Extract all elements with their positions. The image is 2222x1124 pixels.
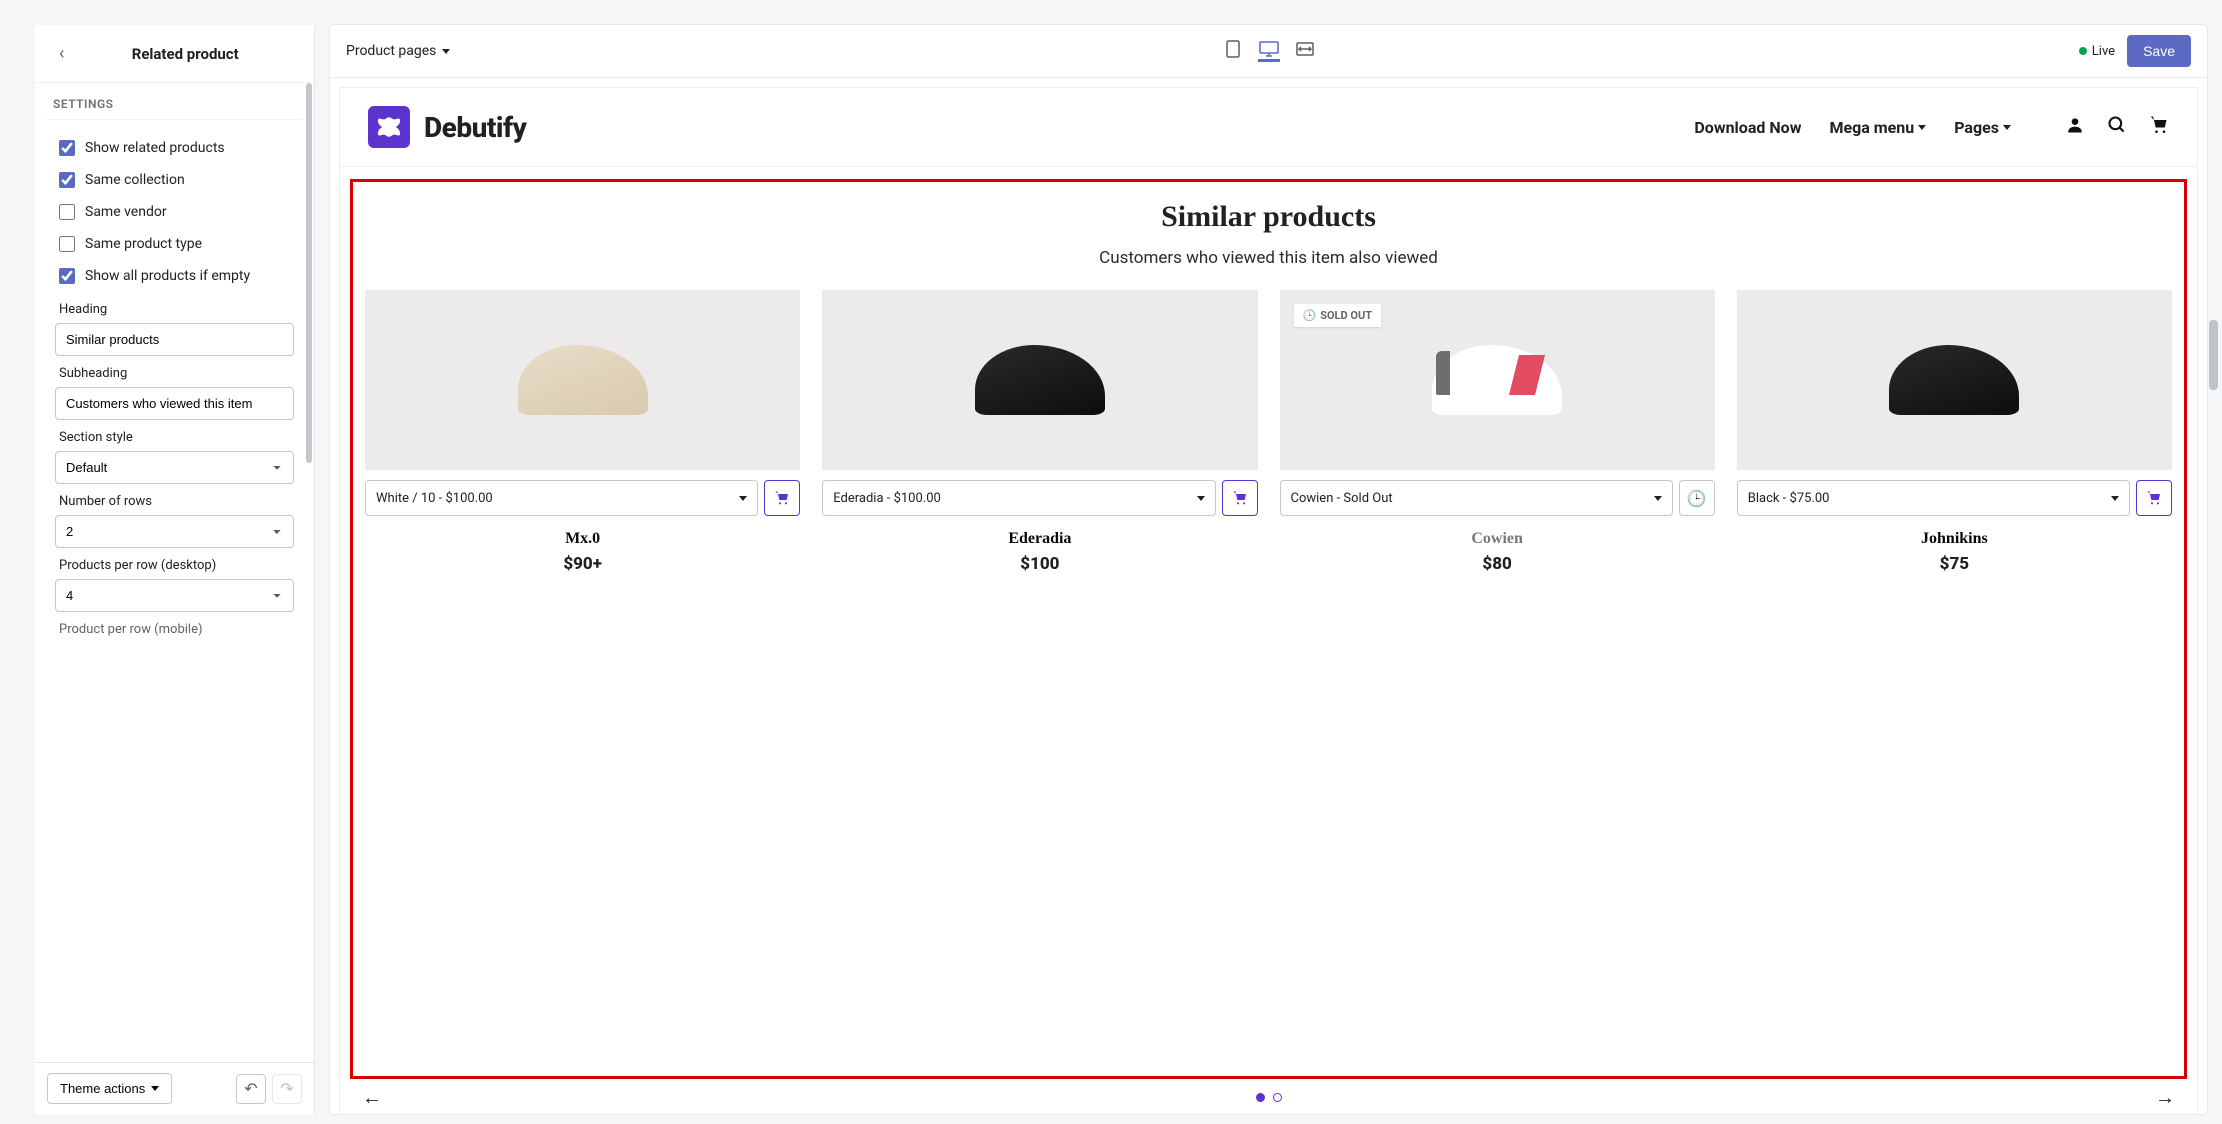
related-products-section: Similar products Customers who viewed th…: [350, 179, 2187, 1079]
checkbox-same-vendor[interactable]: Same vendor: [55, 196, 294, 228]
main-panel: Product pages Live Save Debutify: [330, 25, 2207, 1114]
chevron-down-icon: [442, 49, 450, 54]
search-icon[interactable]: [2107, 115, 2127, 140]
product-image[interactable]: [365, 290, 800, 470]
heading-input[interactable]: [55, 323, 294, 356]
carousel-next-button[interactable]: →: [2155, 1085, 2175, 1110]
rows-label: Number of rows: [55, 484, 294, 515]
carousel-dot[interactable]: [1273, 1093, 1282, 1102]
window-scrollbar[interactable]: [2209, 320, 2218, 390]
shoe-graphic: [1432, 345, 1562, 415]
checkbox-show-related[interactable]: Show related products: [55, 132, 294, 164]
device-desktop-button[interactable]: [1258, 40, 1280, 62]
checkbox-same-collection[interactable]: Same collection: [55, 164, 294, 196]
back-button[interactable]: ‹: [51, 39, 72, 68]
checkbox-show-all-if-empty[interactable]: Show all products if empty: [55, 260, 294, 292]
chevron-down-icon: [1918, 125, 1926, 130]
shoe-graphic: [1889, 345, 2019, 415]
product-price: $90+: [365, 554, 800, 574]
carousel-prev-button[interactable]: ←: [362, 1085, 382, 1110]
undo-button[interactable]: ↶: [236, 1074, 266, 1104]
product-image[interactable]: [822, 290, 1257, 470]
nav-mega-menu[interactable]: Mega menu: [1829, 118, 1926, 137]
nav-pages[interactable]: Pages: [1954, 118, 2011, 137]
chevron-down-icon: [1654, 496, 1662, 501]
brand-logo[interactable]: [368, 106, 410, 148]
product-name: Cowien: [1280, 530, 1715, 548]
product-image[interactable]: 🕒 SOLD OUT: [1280, 290, 1715, 470]
product-card: 🕒 SOLD OUT Cowien - Sold Out 🕒 Cowien $8…: [1280, 290, 1715, 574]
per-row-mobile-label: Product per row (mobile): [55, 612, 294, 643]
variant-select[interactable]: White / 10 - $100.00: [365, 480, 758, 516]
product-name: Mx.0: [365, 530, 800, 548]
variant-select[interactable]: Ederadia - $100.00: [822, 480, 1215, 516]
product-name: Johnikins: [1737, 530, 2172, 548]
per-row-desktop-select[interactable]: 4: [55, 579, 294, 612]
product-card: Ederadia - $100.00 Ederadia $100: [822, 290, 1257, 574]
subheading-label: Subheading: [55, 356, 294, 387]
product-name: Ederadia: [822, 530, 1257, 548]
product-price: $80: [1280, 554, 1715, 574]
product-card: White / 10 - $100.00 Mx.0 $90+: [365, 290, 800, 574]
section-style-select[interactable]: Default: [55, 451, 294, 484]
add-to-cart-button[interactable]: [2136, 480, 2172, 516]
redo-button[interactable]: ↷: [272, 1074, 302, 1104]
product-image[interactable]: [1737, 290, 2172, 470]
shoe-graphic: [975, 345, 1105, 415]
add-to-cart-button[interactable]: [764, 480, 800, 516]
carousel-dot[interactable]: [1256, 1093, 1265, 1102]
product-card: Black - $75.00 Johnikins $75: [1737, 290, 2172, 574]
subheading-input[interactable]: [55, 387, 294, 420]
chevron-down-icon: [739, 496, 747, 501]
settings-label: SETTINGS: [35, 83, 314, 119]
checkbox-same-product-type[interactable]: Same product type: [55, 228, 294, 260]
rows-select[interactable]: 2: [55, 515, 294, 548]
variant-select[interactable]: Cowien - Sold Out: [1280, 480, 1673, 516]
variant-select[interactable]: Black - $75.00: [1737, 480, 2130, 516]
theme-actions-button[interactable]: Theme actions: [47, 1073, 172, 1104]
chevron-down-icon: [1197, 496, 1205, 501]
save-button[interactable]: Save: [2127, 35, 2191, 67]
section-heading: Similar products: [365, 200, 2172, 234]
heading-label: Heading: [55, 292, 294, 323]
chevron-down-icon: [2003, 125, 2011, 130]
chevron-down-icon: [2111, 496, 2119, 501]
device-fullwidth-button[interactable]: [1294, 40, 1316, 62]
sidebar-title: Related product: [72, 45, 298, 63]
cart-icon[interactable]: [2149, 115, 2169, 140]
butterfly-icon: [376, 114, 402, 140]
site-header: Debutify Download Now Mega menu Pages: [340, 88, 2197, 167]
breadcrumb[interactable]: Product pages: [346, 43, 450, 59]
add-to-cart-button[interactable]: [1222, 480, 1258, 516]
per-row-desktop-label: Products per row (desktop): [55, 548, 294, 579]
account-icon[interactable]: [2065, 115, 2085, 140]
product-price: $100: [822, 554, 1257, 574]
sidebar: ‹ Related product SETTINGS Show related …: [35, 25, 315, 1114]
sidebar-scrollbar[interactable]: [306, 83, 312, 463]
device-mobile-button[interactable]: [1222, 40, 1244, 62]
live-indicator: Live: [2079, 44, 2115, 59]
notify-button[interactable]: 🕒: [1679, 480, 1715, 516]
nav-download[interactable]: Download Now: [1694, 118, 1801, 137]
section-style-label: Section style: [55, 420, 294, 451]
caret-down-icon: [151, 1086, 159, 1091]
brand-name: Debutify: [424, 111, 526, 144]
section-subheading: Customers who viewed this item also view…: [365, 248, 2172, 268]
sold-out-badge: 🕒 SOLD OUT: [1294, 304, 1382, 327]
live-dot-icon: [2079, 47, 2087, 55]
shoe-graphic: [518, 345, 648, 415]
product-price: $75: [1737, 554, 2172, 574]
